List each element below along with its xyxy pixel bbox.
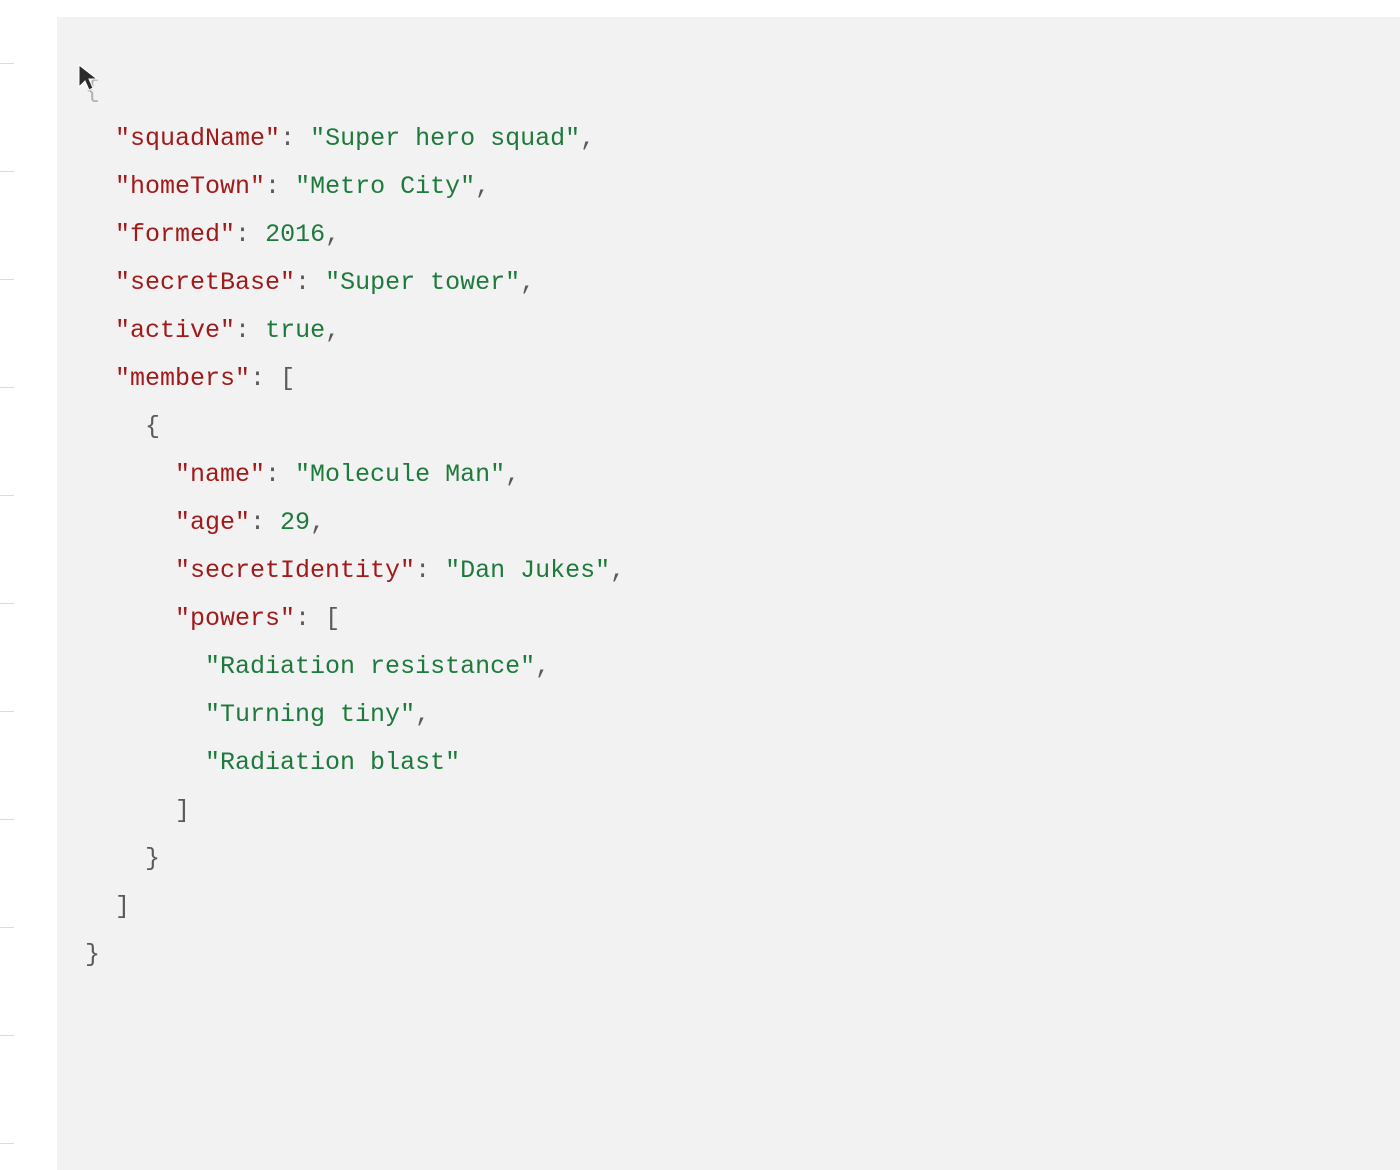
code-line: "secretIdentity": "Dan Jukes",: [85, 547, 1372, 595]
code-line: "powers": [: [85, 595, 1372, 643]
json-key: "secretBase": [115, 268, 295, 297]
json-number: 2016: [265, 220, 325, 249]
json-key: "secretIdentity": [175, 556, 415, 585]
json-string: "Radiation resistance": [205, 652, 535, 681]
open-bracket: [: [280, 364, 295, 393]
code-line: "secretBase": "Super tower",: [85, 259, 1372, 307]
open-brace: {: [145, 412, 160, 441]
code-line: ]: [85, 787, 1372, 835]
code-line: "Turning tiny",: [85, 691, 1372, 739]
code-line: "Radiation blast": [85, 739, 1372, 787]
code-line: {: [85, 67, 1372, 115]
ruler-strip: [0, 0, 14, 1170]
code-line: "homeTown": "Metro City",: [85, 163, 1372, 211]
close-bracket: ]: [115, 892, 130, 921]
json-key: "squadName": [115, 124, 280, 153]
code-line: "Radiation resistance",: [85, 643, 1372, 691]
close-brace: }: [85, 940, 100, 969]
code-line: ]: [85, 883, 1372, 931]
json-string: "Dan Jukes": [445, 556, 610, 585]
json-string: "Super tower": [325, 268, 520, 297]
close-brace: }: [145, 844, 160, 873]
json-string: "Turning tiny": [205, 700, 415, 729]
json-boolean: true: [265, 316, 325, 345]
json-key: "name": [175, 460, 265, 489]
code-line: "members": [: [85, 355, 1372, 403]
open-bracket: [: [325, 604, 340, 633]
close-bracket: ]: [175, 796, 190, 825]
json-string: "Super hero squad": [310, 124, 580, 153]
code-line: {: [85, 403, 1372, 451]
code-line: "age": 29,: [85, 499, 1372, 547]
cursor-icon: [77, 63, 99, 101]
json-key: "powers": [175, 604, 295, 633]
json-key: "active": [115, 316, 235, 345]
json-key: "age": [175, 508, 250, 537]
code-line: }: [85, 835, 1372, 883]
json-key: "members": [115, 364, 250, 393]
code-line: "squadName": "Super hero squad",: [85, 115, 1372, 163]
json-key: "homeTown": [115, 172, 265, 201]
json-string: "Metro City": [295, 172, 475, 201]
code-line: "active": true,: [85, 307, 1372, 355]
json-number: 29: [280, 508, 310, 537]
code-line: "name": "Molecule Man",: [85, 451, 1372, 499]
code-line: }: [85, 931, 1372, 979]
json-string: "Molecule Man": [295, 460, 505, 489]
code-block: { "squadName": "Super hero squad", "home…: [57, 17, 1400, 1170]
json-key: "formed": [115, 220, 235, 249]
json-string: "Radiation blast": [205, 748, 460, 777]
code-line: "formed": 2016,: [85, 211, 1372, 259]
